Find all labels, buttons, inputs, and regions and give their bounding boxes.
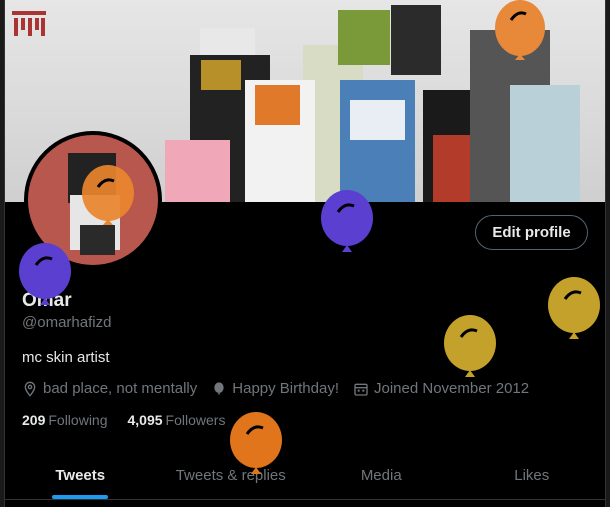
followers-link[interactable]: 4,095 Followers	[128, 412, 226, 428]
tab-media-label: Media	[360, 467, 402, 484]
profile-handle: @omarhafizd	[22, 314, 112, 331]
tab-tweets-label: Tweets	[55, 467, 106, 484]
balloon-icon	[495, 0, 545, 60]
balloon-icon	[548, 277, 600, 339]
calendar-icon	[354, 383, 368, 396]
profile-page: Edit profile Omar @omarhafizd mc skin ar…	[4, 0, 606, 507]
profile-tabs: Tweets Tweets & replies Media Likes	[5, 452, 606, 500]
balloon-icon	[214, 381, 224, 394]
location-text: bad place, not mentally	[43, 380, 198, 397]
tab-media[interactable]: Media	[306, 452, 457, 499]
followers-label: Followers	[165, 412, 226, 428]
balloon-icon	[444, 315, 496, 377]
following-count: 209	[22, 412, 46, 428]
following-link[interactable]: 209 Following	[22, 412, 108, 428]
tab-likes[interactable]: Likes	[457, 452, 606, 499]
follow-stats: 209 Following 4,095 Followers	[22, 412, 245, 428]
banner-logo-icon	[12, 11, 46, 36]
followers-count: 4,095	[127, 412, 163, 428]
active-tab-indicator	[52, 495, 109, 499]
tab-likes-label: Likes	[514, 467, 550, 484]
tab-tweets[interactable]: Tweets	[5, 452, 156, 499]
profile-location: bad place, not mentally	[22, 380, 197, 397]
following-label: Following	[48, 412, 108, 428]
balloon-icon	[19, 243, 71, 305]
edit-profile-button[interactable]: Edit profile	[475, 215, 588, 250]
profile-bio: mc skin artist	[22, 349, 110, 366]
balloon-icon	[321, 190, 373, 252]
profile-birthday: Happy Birthday!	[211, 380, 339, 397]
balloon-icon	[230, 412, 282, 474]
birthday-text: Happy Birthday!	[232, 380, 339, 397]
location-icon	[24, 381, 36, 397]
